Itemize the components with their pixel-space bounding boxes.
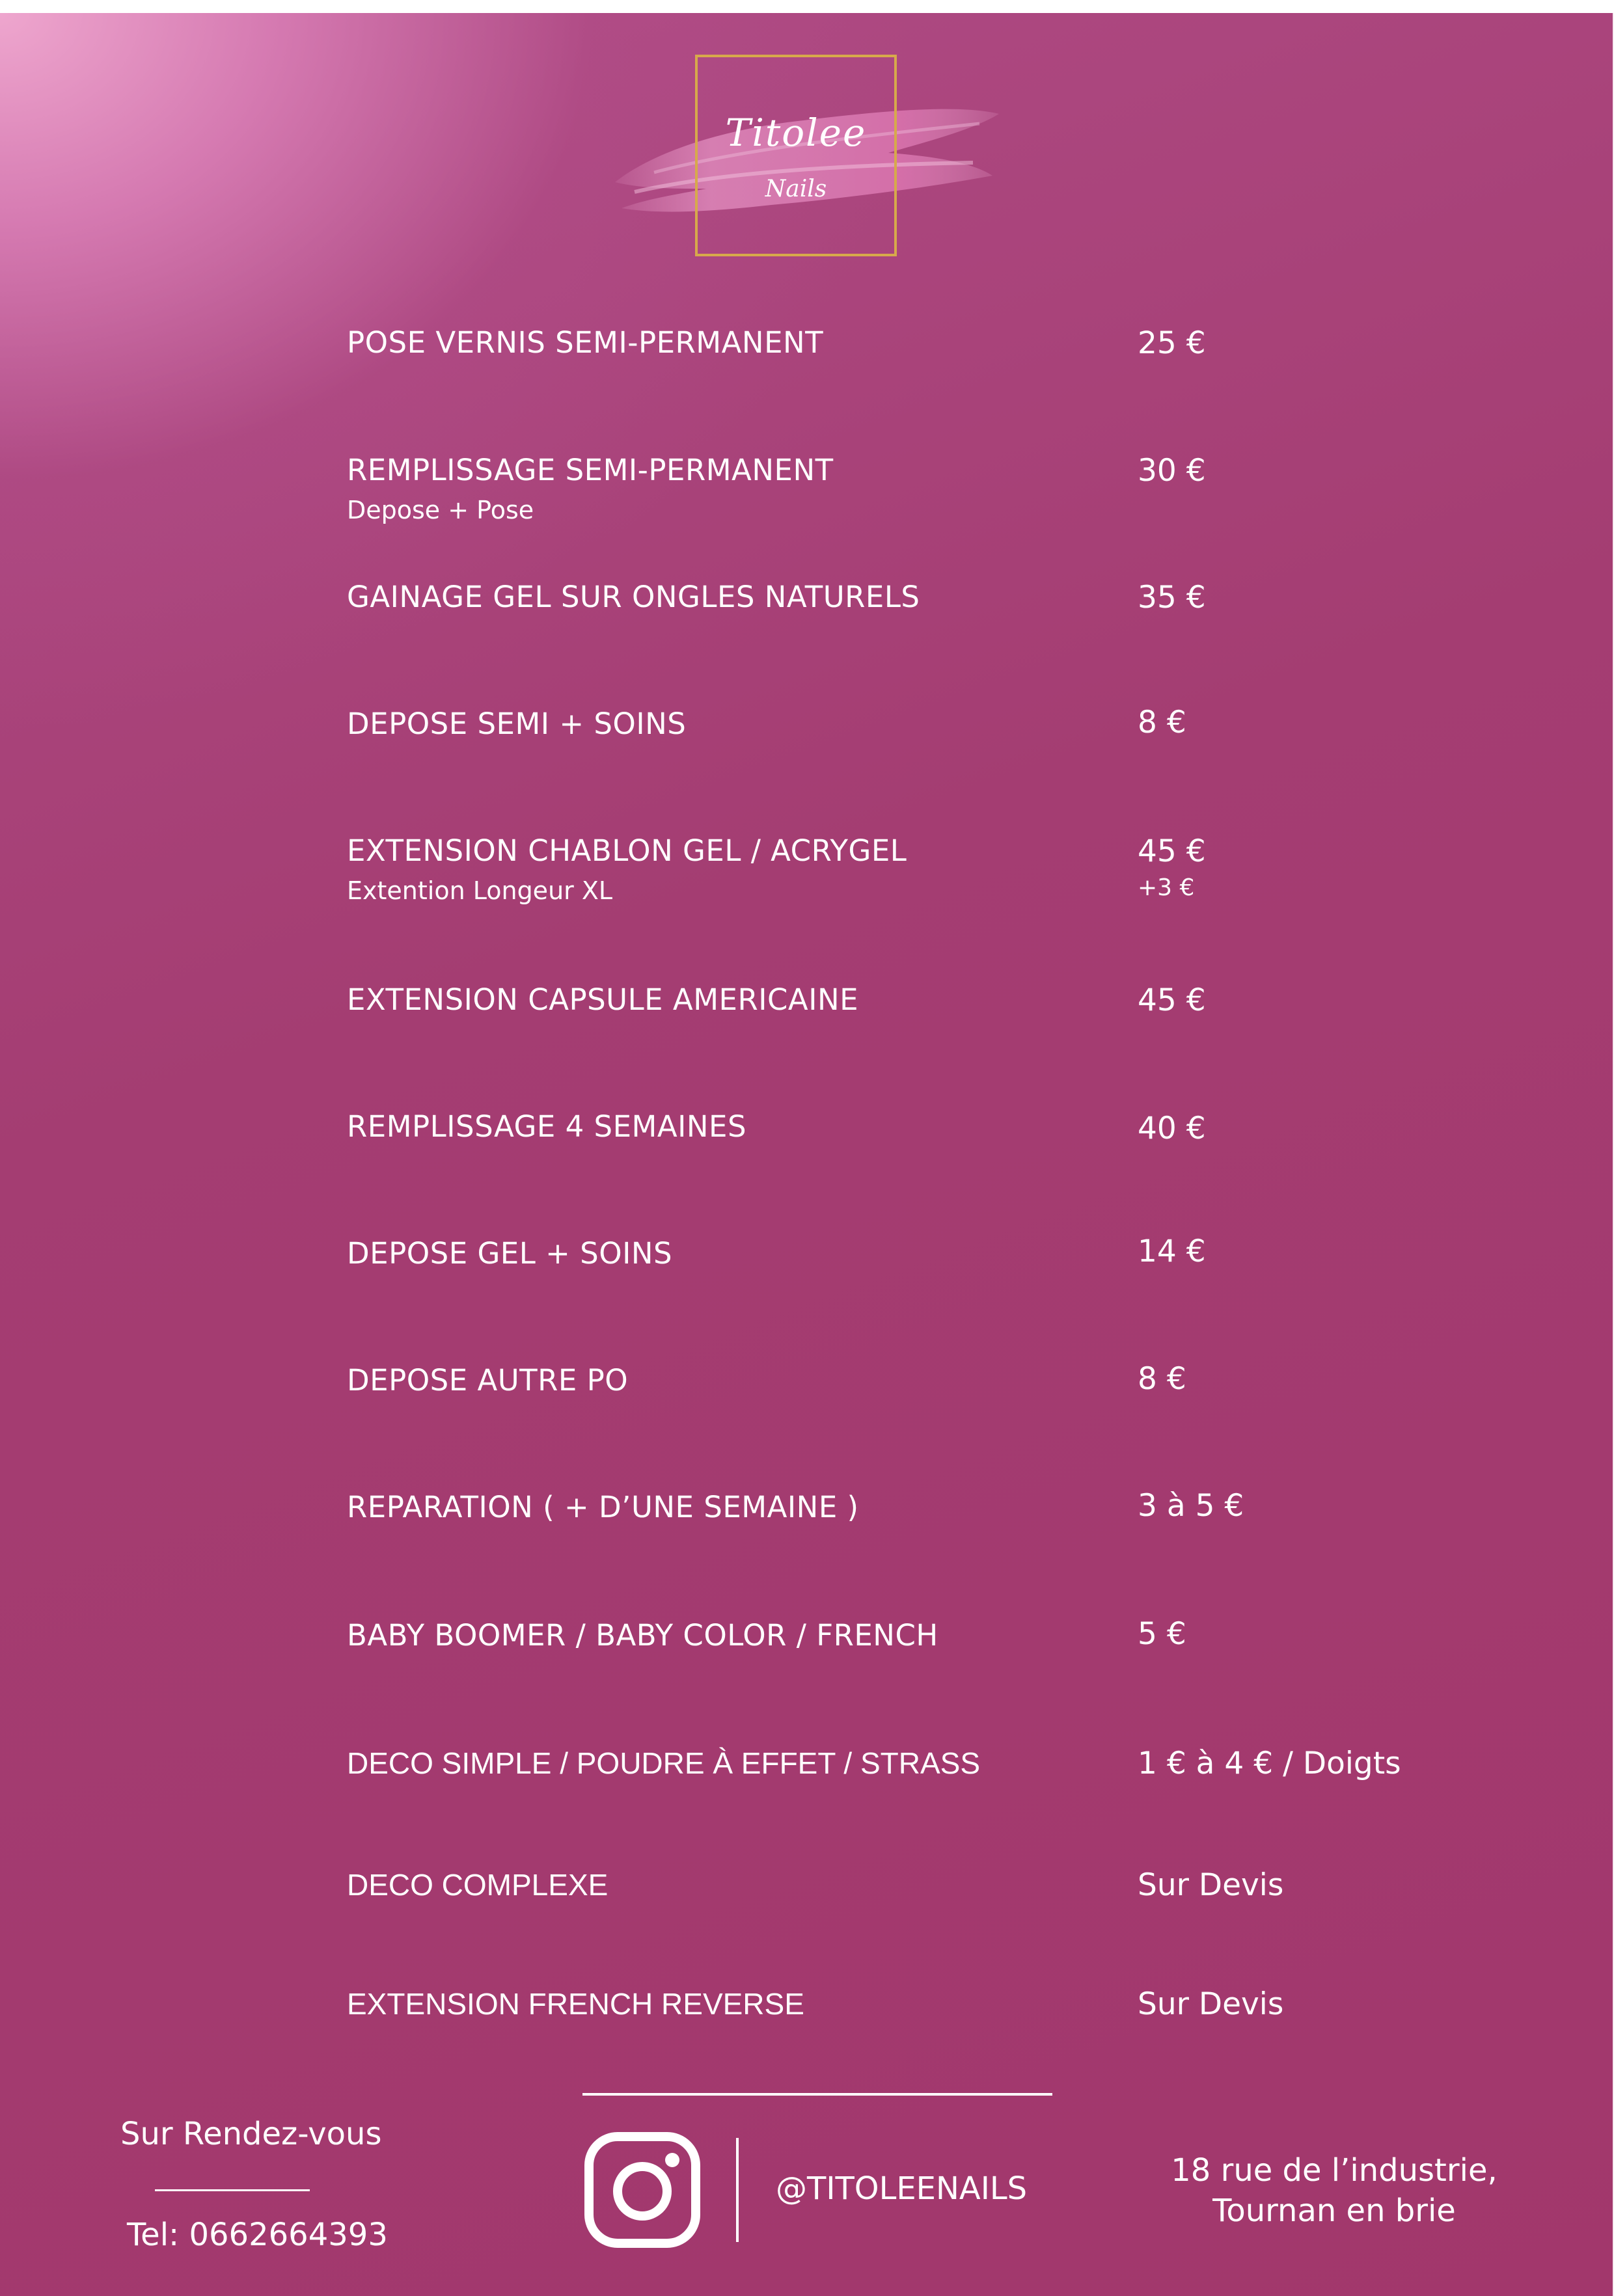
service-name: REMPLISSAGE 4 SEMAINES	[347, 1109, 747, 1144]
service-price: Sur Devis	[1138, 1867, 1284, 1903]
service-price: 8 €	[1138, 1361, 1186, 1397]
service-name: EXTENSION CAPSULE AMERICAINE	[347, 982, 859, 1017]
service-name: REMPLISSAGE SEMI-PERMANENT	[347, 453, 834, 487]
logo-frame	[695, 55, 897, 256]
service-price: 5 €	[1138, 1616, 1186, 1652]
service-price: 40 €	[1138, 1111, 1206, 1146]
instagram-icon[interactable]	[584, 2131, 701, 2249]
service-name: EXTENSION FRENCH REVERSE	[347, 1987, 804, 2021]
service-price: 1 € à 4 € / Doigts	[1138, 1746, 1401, 1781]
vertical-divider	[736, 2138, 739, 2242]
service-name: DEPOSE AUTRE PO	[347, 1363, 629, 1398]
service-price: 8 €	[1138, 705, 1186, 740]
service-note: Depose + Pose	[347, 496, 534, 524]
phone-number[interactable]: Tel: 0662664393	[127, 2217, 388, 2253]
service-price: 25 €	[1138, 325, 1206, 361]
service-name: DECO SIMPLE / POUDRE À EFFET / STRASS	[347, 1746, 981, 1780]
service-name: DEPOSE GEL + SOINS	[347, 1236, 673, 1271]
instagram-handle[interactable]: @TITOLEENAILS	[776, 2170, 1027, 2207]
address: 18 rue de l’industrie, Tournan en brie	[1145, 2150, 1523, 2231]
service-price: 3 à 5 €	[1138, 1488, 1244, 1524]
service-price: 45 €	[1138, 982, 1206, 1018]
service-name: GAINAGE GEL SUR ONGLES NATURELS	[347, 580, 920, 614]
service-price: Sur Devis	[1138, 1986, 1284, 2022]
service-name: EXTENSION CHABLON GEL / ACRYGEL	[347, 833, 907, 868]
service-name: DEPOSE SEMI + SOINS	[347, 707, 687, 741]
service-price: 30 €	[1138, 453, 1206, 489]
logo-title: Titolee	[725, 111, 867, 155]
service-name: POSE VERNIS SEMI-PERMANENT	[347, 325, 824, 360]
service-name: BABY BOOMER / BABY COLOR / FRENCH	[347, 1618, 938, 1653]
price-list-page: Titolee Nails POSE VERNIS SEMI-PERMANENT…	[0, 13, 1614, 2296]
service-price: 35 €	[1138, 580, 1206, 615]
service-name: REPARATION ( + D’UNE SEMAINE )	[347, 1490, 859, 1524]
appointment-text: Sur Rendez-vous	[120, 2116, 382, 2152]
service-price: 45 €	[1138, 833, 1206, 869]
logo-subtitle: Nails	[765, 176, 827, 202]
service-name: DECO COMPLEXE	[347, 1868, 609, 1902]
service-extra-price: +3 €	[1138, 874, 1195, 901]
appointment-divider	[155, 2189, 310, 2191]
address-line-1: 18 rue de l’industrie,	[1171, 2152, 1498, 2189]
service-note: Extention Longeur XL	[347, 876, 613, 905]
footer-divider	[582, 2093, 1052, 2096]
service-price: 14 €	[1138, 1234, 1206, 1269]
address-line-2: Tournan en brie	[1212, 2193, 1456, 2229]
